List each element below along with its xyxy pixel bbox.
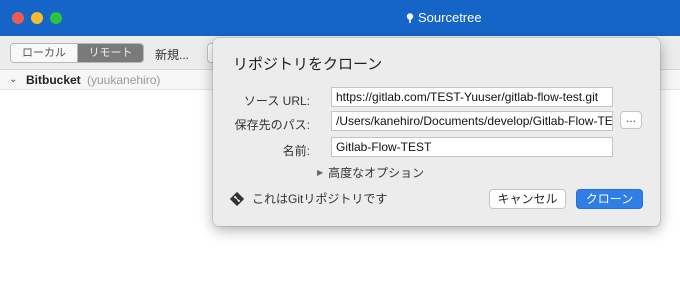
git-icon	[230, 191, 244, 206]
git-repo-status-text: これはGitリポジトリです	[252, 192, 388, 206]
name-label: 名前:	[282, 144, 310, 158]
title-bar: Sourcetree	[0, 0, 680, 36]
destination-path-label: 保存先のパス:	[234, 118, 310, 132]
tab-remote[interactable]: リモート	[77, 44, 143, 62]
clone-button[interactable]: クローン	[576, 189, 643, 209]
dialog-title: リポジトリをクローン	[233, 56, 383, 73]
account-name: Bitbucket	[26, 73, 81, 87]
new-menu-button[interactable]: 新規...	[155, 46, 189, 63]
window-title: Sourcetree	[406, 10, 482, 25]
close-window-button[interactable]	[12, 12, 24, 24]
account-username: (yuukanehiro)	[87, 73, 161, 87]
source-url-label: ソース URL:	[243, 94, 310, 108]
destination-path-input[interactable]: /Users/kanehiro/Documents/develop/Gitlab…	[331, 111, 613, 131]
maximize-window-button[interactable]	[50, 12, 62, 24]
minimize-window-button[interactable]	[31, 12, 43, 24]
chevron-down-icon[interactable]: ⌄	[9, 74, 17, 85]
app-title-text: Sourcetree	[418, 10, 482, 25]
source-url-input[interactable]: https://gitlab.com/TEST-Yuuser/gitlab-fl…	[331, 87, 613, 107]
name-input[interactable]: Gitlab-Flow-TEST	[331, 137, 613, 157]
advanced-options-toggle[interactable]: ▶ 高度なオプション	[317, 164, 424, 181]
cancel-button[interactable]: キャンセル	[489, 189, 566, 209]
git-repo-status: これはGitリポジトリです	[230, 190, 387, 207]
sourcetree-icon	[406, 12, 414, 23]
advanced-options-label: 高度なオプション	[328, 166, 425, 180]
clone-dialog: リポジトリをクローン ソース URL: https://gitlab.com/T…	[213, 38, 660, 226]
disclosure-triangle-icon: ▶	[317, 168, 324, 177]
browse-button[interactable]: ...	[620, 111, 642, 129]
tab-local[interactable]: ローカル	[11, 44, 77, 62]
repo-scope-segment: ローカル リモート	[10, 43, 144, 63]
